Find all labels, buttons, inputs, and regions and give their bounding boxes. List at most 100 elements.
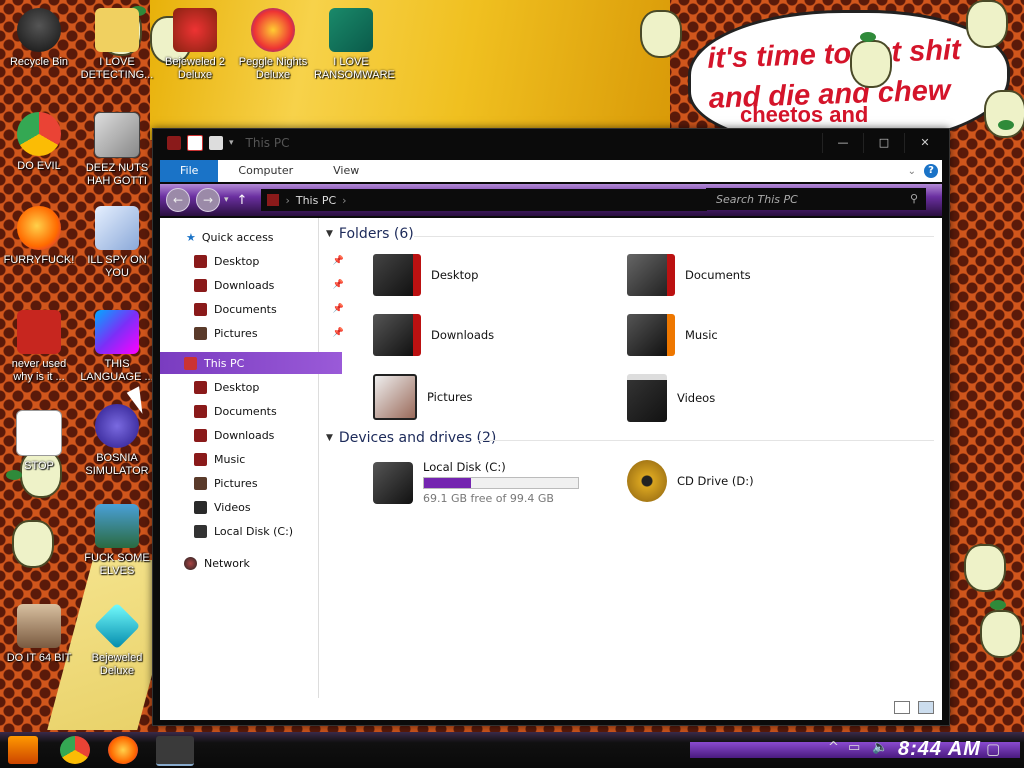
address-bar[interactable]: › This PC ›	[261, 189, 708, 211]
large-icons-view-icon[interactable]	[918, 701, 934, 714]
properties-icon[interactable]	[187, 135, 203, 151]
sticker-decoration	[850, 40, 892, 88]
tab-view[interactable]: View	[313, 160, 379, 182]
folder-item-desktop[interactable]: Desktop	[373, 254, 478, 296]
leaf-decoration	[998, 120, 1014, 130]
sticker-decoration	[980, 610, 1022, 658]
group-header-label: Folders (6)	[338, 226, 414, 242]
show-hidden-icons-chevron-icon[interactable]: ^	[828, 740, 839, 755]
desktop-icon-detecting[interactable]: I LOVE DETECTING...	[78, 8, 156, 82]
disk-drive-icon	[194, 524, 207, 538]
desktop-icon-devcpp[interactable]: never used why is it ...	[0, 310, 78, 384]
sidebar-item-label: Desktop	[214, 380, 260, 394]
diamond-icon	[93, 602, 141, 650]
folder-label: Desktop	[431, 268, 479, 282]
back-button[interactable]: ←	[166, 188, 190, 212]
network-icon	[184, 556, 197, 570]
taskbar-file-explorer-icon[interactable]	[156, 736, 194, 766]
desktop-icon-stop[interactable]: STOP	[0, 410, 78, 473]
drive-item-local-disk[interactable]: Local Disk (C:) 69.1 GB free of 99.4 GB	[373, 460, 579, 505]
sidebar-item-this-pc[interactable]: This PC	[160, 352, 342, 374]
network-tray-icon[interactable]: ▭	[848, 740, 860, 755]
taskbar-firefox-icon[interactable]	[108, 736, 138, 764]
tab-file[interactable]: File	[160, 160, 219, 182]
detector-icon	[95, 8, 139, 52]
desktop-icon-deez-nuts[interactable]: DEEZ NUTS HAH GOTTI	[78, 112, 156, 188]
desktop-icon-goland[interactable]: THIS LANGUAGE ...	[78, 310, 156, 384]
search-input[interactable]: Search This PC ⚲	[706, 188, 926, 210]
up-arrow-icon[interactable]: ↑	[237, 193, 248, 208]
explorer-app-icon[interactable]	[167, 136, 181, 150]
desktop-icon-spy[interactable]: ILL SPY ON YOU	[78, 206, 156, 280]
chevron-down-icon[interactable]: ▾	[229, 138, 234, 148]
desktop-icon-peggle[interactable]: Peggle Nights Deluxe	[234, 8, 312, 82]
navigation-bar: ← → ▾ ↑ › This PC › Search This PC ⚲	[160, 184, 942, 216]
collapse-chevron-icon: ▼	[326, 433, 333, 443]
navigation-pane: ★ Quick access Desktop 📌 Downloads 📌 Doc…	[160, 218, 344, 698]
details-view-icon[interactable]	[894, 701, 910, 714]
quick-access-toolbar: ▾	[167, 135, 234, 151]
action-center-icon[interactable]: ▢	[986, 740, 1000, 758]
desktop-icon-furryfuck[interactable]: FURRYFUCK!	[0, 206, 78, 267]
group-header-folders[interactable]: ▼ Folders (6)	[326, 226, 414, 242]
group-header-devices[interactable]: ▼ Devices and drives (2)	[326, 430, 496, 446]
desktop-icon-ransomware[interactable]: I LOVE RANSOMWARE	[312, 8, 395, 82]
desktop-icon-label: I LOVE DETECTING...	[80, 56, 154, 81]
desktop-icon-label: Bejeweled Deluxe	[91, 652, 143, 677]
drive-item-cd-drive[interactable]: CD Drive (D:)	[627, 460, 754, 502]
taskbar-chrome-icon[interactable]	[60, 736, 90, 764]
desktop-icon-do-it-64-bit[interactable]: DO IT 64 BIT	[0, 604, 78, 665]
folder-label: Videos	[677, 391, 716, 405]
folder-item-documents[interactable]: Documents	[627, 254, 751, 296]
folder-label: Pictures	[427, 390, 473, 404]
folder-item-downloads[interactable]: Downloads	[373, 314, 494, 356]
this-pc-icon	[267, 194, 280, 206]
game-elf-icon	[95, 504, 139, 548]
recent-locations-icon[interactable]: ▾	[224, 195, 229, 205]
close-button[interactable]: ✕	[904, 133, 945, 153]
sticker-decoration	[966, 0, 1008, 48]
tab-computer[interactable]: Computer	[218, 160, 313, 182]
downloads-folder-icon	[194, 428, 207, 442]
sidebar-item-label: Desktop	[214, 254, 260, 268]
leaf-decoration	[860, 32, 876, 42]
bejeweled2-icon	[173, 8, 217, 52]
sidebar-item-label: Network	[204, 556, 250, 570]
start-icon[interactable]	[8, 736, 38, 764]
minimize-button[interactable]: —	[822, 133, 863, 153]
sidebar-item-network[interactable]: Network	[160, 552, 342, 574]
sticker-decoration	[12, 520, 54, 568]
desktop-icon-recycle-bin[interactable]: Recycle Bin	[0, 8, 78, 69]
drive-info: Local Disk (C:) 69.1 GB free of 99.4 GB	[423, 460, 579, 505]
desktop-icon-bosnia[interactable]: BOSNIA SIMULATOR	[78, 404, 156, 478]
speech-line-3: cheetos and	[740, 102, 869, 127]
desktop-icon-label: DO IT 64 BIT	[6, 652, 72, 664]
peggle-icon	[251, 8, 295, 52]
clock[interactable]: 8:44 AM	[898, 738, 981, 761]
volume-icon[interactable]: 🔈	[872, 740, 888, 755]
desktop-icon-elves[interactable]: FUCK SOME ELVES	[78, 504, 156, 578]
folder-item-pictures[interactable]: Pictures	[373, 374, 473, 420]
firefox-icon	[17, 206, 61, 250]
desktop-icon-bejeweled2[interactable]: Bejeweled 2 Deluxe	[156, 8, 234, 82]
sticker-decoration	[984, 90, 1024, 138]
forward-button[interactable]: →	[196, 188, 220, 212]
downloads-folder-icon	[373, 314, 421, 356]
collapse-chevron-icon: ▼	[326, 229, 333, 239]
help-icon[interactable]: ?	[924, 164, 938, 178]
new-folder-icon[interactable]	[209, 136, 223, 150]
expand-ribbon-icon[interactable]: ⌄	[908, 166, 916, 177]
folder-item-videos[interactable]: Videos	[627, 374, 715, 422]
leaf-decoration	[990, 600, 1006, 610]
maximize-button[interactable]: □	[863, 133, 904, 153]
desktop-icon-bejeweled-deluxe[interactable]: Bejeweled Deluxe	[78, 602, 156, 678]
desktop-icon-label: I LOVE RANSOMWARE	[314, 56, 395, 81]
devcpp-icon	[17, 310, 61, 354]
sidebar-item-quick-access[interactable]: ★ Quick access	[160, 226, 344, 248]
pictures-folder-icon	[373, 374, 417, 420]
folder-item-music[interactable]: Music	[627, 314, 718, 356]
search-icon: ⚲	[909, 192, 918, 205]
breadcrumb[interactable]: This PC	[296, 194, 336, 207]
desktop-icon-do-evil[interactable]: DO EVIL	[0, 112, 78, 173]
sidebar-item-label: Downloads	[214, 278, 275, 292]
